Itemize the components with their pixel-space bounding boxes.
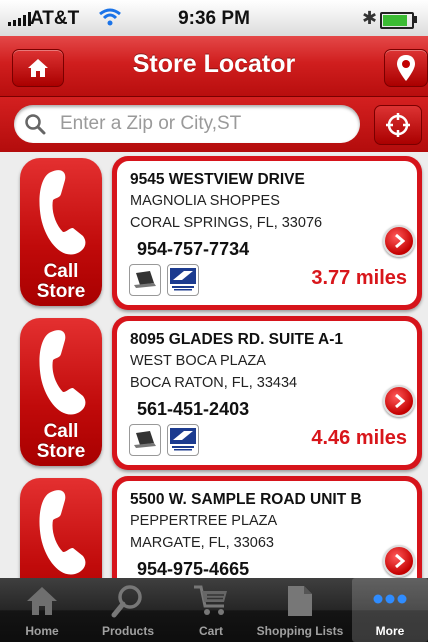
phone-icon [39, 490, 86, 575]
more-dots-icon [373, 594, 407, 604]
chevron-right-icon [395, 394, 405, 408]
store-row: Call Store 9545 WESTVIEW DRIVE MAGNOLIA … [0, 156, 428, 316]
store-address-line1: 5500 W. SAMPLE ROAD UNIT B [130, 491, 362, 508]
store-phone: 954-975-4665 [137, 559, 250, 578]
phone-icon [39, 330, 86, 415]
map-button[interactable] [384, 49, 428, 87]
tab-label: Home [25, 624, 59, 638]
laptop-icon [129, 424, 161, 456]
tab-products[interactable]: Products [84, 578, 172, 642]
status-bar: AT&T 9:36 PM ✱ [0, 0, 428, 36]
store-phone: 954-757-7734 [137, 239, 250, 259]
store-card-body: 5500 W. SAMPLE ROAD UNIT B PEPPERTREE PL… [117, 481, 417, 578]
call-label-line2: Store [36, 281, 86, 302]
tab-label: Shopping Lists [256, 624, 344, 638]
bluetooth-icon: ✱ [362, 8, 378, 28]
store-phone: 561-451-2403 [137, 399, 250, 419]
search-icon [25, 114, 46, 135]
store-details-button[interactable] [383, 385, 415, 417]
usps-icon [167, 424, 199, 456]
store-card[interactable]: 9545 WESTVIEW DRIVE MAGNOLIA SHOPPES COR… [112, 156, 422, 310]
call-store-button[interactable]: Call Store [20, 478, 102, 578]
tab-label: Products [101, 624, 154, 638]
map-pin-icon [397, 55, 415, 81]
store-details-button[interactable] [383, 545, 415, 577]
call-store-button[interactable]: Call Store [20, 318, 102, 466]
store-address-line3: CORAL SPRINGS, FL, 33076 [130, 215, 323, 231]
laptop-icon [129, 264, 161, 296]
phone-icon [39, 170, 86, 255]
home-icon [27, 587, 57, 615]
store-card-body: 9545 WESTVIEW DRIVE MAGNOLIA SHOPPES COR… [117, 161, 417, 305]
cart-icon [194, 585, 227, 615]
store-distance: 4.46 miles [311, 427, 407, 449]
call-label-line1: Call [43, 261, 79, 282]
store-address-line3: MARGATE, FL, 33063 [130, 535, 274, 551]
usps-icon [167, 264, 199, 296]
call-store-button[interactable]: Call Store [20, 158, 102, 306]
store-address-line2: MAGNOLIA SHOPPES [130, 193, 280, 209]
tab-more[interactable]: More [352, 578, 428, 642]
store-address-line2: WEST BOCA PLAZA [130, 353, 266, 369]
store-address-line1: 8095 GLADES RD. SUITE A-1 [130, 331, 344, 348]
search-input[interactable] [60, 109, 350, 139]
tab-label: Cart [198, 624, 223, 638]
store-list[interactable]: Call Store 9545 WESTVIEW DRIVE MAGNOLIA … [0, 152, 428, 578]
store-details-button[interactable] [383, 225, 415, 257]
search-bar [0, 97, 428, 152]
list-icon [288, 586, 312, 616]
screen: AT&T 9:36 PM ✱ Store Locator Enter a Zip… [0, 0, 428, 642]
magnifier-icon [111, 585, 142, 618]
tab-home[interactable]: Home [0, 578, 84, 642]
store-card-body: 8095 GLADES RD. SUITE A-1 WEST BOCA PLAZ… [117, 321, 417, 465]
store-row: Call Store 8095 GLADES RD. SUITE A-1 WES… [0, 316, 428, 476]
store-card[interactable]: 5500 W. SAMPLE ROAD UNIT B PEPPERTREE PL… [112, 476, 422, 578]
page-title: Store Locator [132, 50, 296, 78]
store-address-line1: 9545 WESTVIEW DRIVE [130, 171, 305, 188]
store-row: Call Store 5500 W. SAMPLE ROAD UNIT B PE… [0, 476, 428, 578]
store-address-line3: BOCA RATON, FL, 33434 [130, 375, 298, 391]
store-distance: 3.77 miles [311, 267, 407, 289]
battery-tip [414, 16, 417, 23]
tab-cart[interactable]: Cart [172, 578, 250, 642]
tab-shopping-lists[interactable]: Shopping Lists [250, 578, 350, 642]
tab-label: More [375, 624, 405, 638]
tab-bar: Home Products Cart Shopping Lists More [0, 578, 428, 642]
store-address-line2: PEPPERTREE PLAZA [130, 513, 278, 529]
call-label-line1: Call [43, 421, 79, 442]
crosshair-icon [386, 113, 410, 137]
locate-me-button[interactable] [374, 105, 422, 145]
battery-icon [380, 12, 414, 29]
search-field [14, 105, 360, 143]
nav-bar: Store Locator [0, 36, 428, 97]
store-card[interactable]: 8095 GLADES RD. SUITE A-1 WEST BOCA PLAZ… [112, 316, 422, 470]
chevron-right-icon [395, 554, 405, 568]
call-label-line2: Store [36, 441, 86, 462]
chevron-right-icon [395, 234, 405, 248]
